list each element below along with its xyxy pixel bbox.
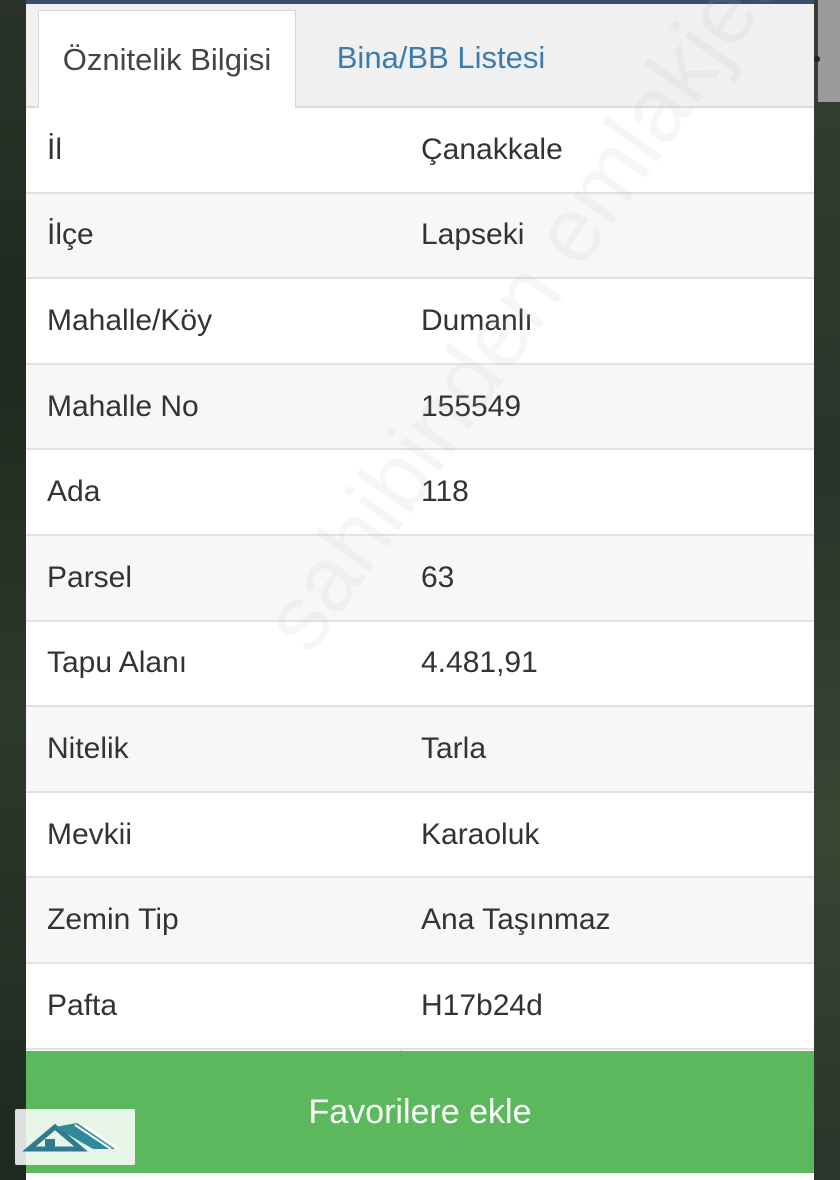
- row-value: Tarla: [421, 731, 487, 765]
- table-row: Mevkii Karaoluk: [26, 792, 814, 879]
- row-label: Mahalle/Köy: [47, 303, 213, 337]
- scrollbar[interactable]: [818, 0, 840, 102]
- tab-building-list[interactable]: Bina/BB Listesi: [306, 10, 576, 106]
- house-roof-logo-icon: [15, 1109, 135, 1165]
- tab-attribute-info[interactable]: Öznitelik Bilgisi: [38, 10, 296, 109]
- add-to-favorites-label: Favorilere ekle: [308, 1092, 532, 1131]
- row-label: Pafta: [47, 988, 118, 1022]
- row-value: 118: [421, 475, 469, 509]
- add-to-favorites-button[interactable]: Favorilere ekle: [26, 1051, 814, 1173]
- row-label: Mevkii: [47, 817, 133, 851]
- table-row: Mahalle No 155549: [26, 364, 814, 451]
- table-row: Pafta H17b24d: [26, 964, 814, 1050]
- table-row: Ada 118: [26, 450, 814, 536]
- row-value: 155549: [421, 389, 522, 423]
- table-row: Tapu Alanı 4.481,91: [26, 621, 814, 708]
- map-background-right: [814, 0, 840, 1180]
- row-value: Dumanlı: [421, 303, 533, 337]
- table-row: İl Çanakkale: [26, 108, 814, 194]
- row-label: Parsel: [47, 560, 133, 594]
- parcel-info-panel: Öznitelik Bilgisi Bina/BB Listesi İl Çana…: [26, 0, 840, 1180]
- row-label: İlçe: [47, 218, 94, 252]
- row-label: İl: [47, 132, 62, 166]
- more-icon: [814, 56, 820, 62]
- row-value: H17b24d: [421, 988, 543, 1022]
- row-value: Ana Taşınmaz: [421, 903, 611, 937]
- tab-label: Öznitelik Bilgisi: [62, 42, 272, 77]
- row-label: Nitelik: [47, 731, 129, 765]
- row-label: Tapu Alanı: [47, 646, 188, 680]
- tab-bar: Öznitelik Bilgisi Bina/BB Listesi: [26, 4, 814, 109]
- table-row: Zemin Tip Ana Taşınmaz: [26, 878, 814, 964]
- row-value: 63: [421, 560, 455, 594]
- row-label: Ada: [47, 475, 101, 509]
- row-value: Lapseki: [421, 218, 525, 252]
- row-value: Çanakkale: [421, 132, 563, 166]
- table-row: Nitelik Tarla: [26, 707, 814, 793]
- row-label: Zemin Tip: [47, 903, 179, 937]
- table-row: Mahalle/Köy Dumanlı: [26, 279, 814, 365]
- row-value: 4.481,91: [421, 646, 538, 680]
- map-background-left: [0, 0, 26, 1180]
- row-label: Mahalle No: [47, 389, 199, 423]
- table-row: Parsel 63: [26, 536, 814, 622]
- row-value: Karaoluk: [421, 817, 540, 851]
- table-row: İlçe Lapseki: [26, 193, 814, 280]
- tab-label: Bina/BB Listesi: [336, 40, 546, 75]
